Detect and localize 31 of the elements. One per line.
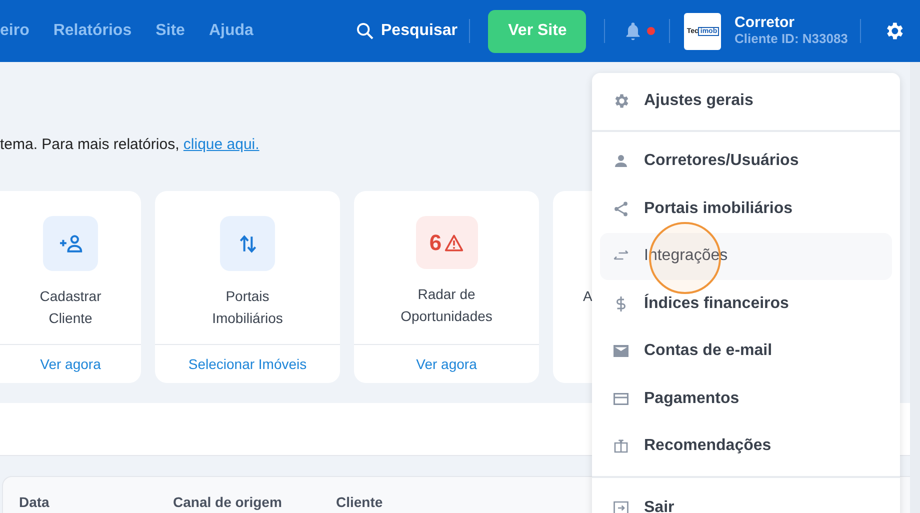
menu-item[interactable]: Contas de e-mail [600, 328, 892, 375]
client-id: Cliente ID: N33083 [734, 31, 848, 47]
card-title: A [583, 287, 592, 306]
account-name: Corretor [734, 15, 796, 31]
shortcut-card[interactable]: Cadastrar Cliente Ver agora [0, 191, 141, 383]
menu-item[interactable]: Sair [600, 484, 892, 513]
search-link[interactable]: Pesquisar [355, 21, 458, 41]
column-header: Cliente [336, 494, 383, 510]
exit-icon [612, 498, 630, 513]
column-header: Canal de origem [173, 494, 283, 510]
gift-icon [612, 437, 630, 456]
menu-item[interactable]: Índices financeiros [600, 280, 892, 328]
menu-item[interactable]: Ajustes gerais [600, 77, 892, 124]
menu-item[interactable]: Corretores/Usuários [600, 138, 892, 185]
share-icon [612, 200, 630, 218]
card-action-link[interactable]: Selecionar Imóveis [188, 356, 307, 372]
reports-link[interactable]: clique aqui. [183, 136, 260, 153]
card-action-link[interactable]: Ver agora [416, 356, 477, 372]
card-title: Cadastrar Cliente [38, 287, 102, 328]
warning-icon [444, 234, 464, 252]
column-header: Data [19, 494, 50, 510]
card-title: Portais Imobiliários [211, 287, 284, 328]
menu-item[interactable]: Pagamentos [600, 375, 892, 422]
card-action-link[interactable]: Ver agora [40, 356, 101, 372]
menu-item[interactable]: Recomendações [600, 422, 892, 470]
alert-count: 6 [429, 230, 442, 256]
menu-item[interactable]: Portais imobiliários [600, 185, 892, 232]
shortcut-card[interactable]: Portais Imobiliários Selecionar Imóveis [155, 191, 340, 383]
search-icon [355, 21, 375, 41]
card-title: Radar de Oportunidades [400, 285, 494, 326]
shortcut-card[interactable]: 6 Radar de Oportunidades Ver agora [354, 191, 539, 383]
